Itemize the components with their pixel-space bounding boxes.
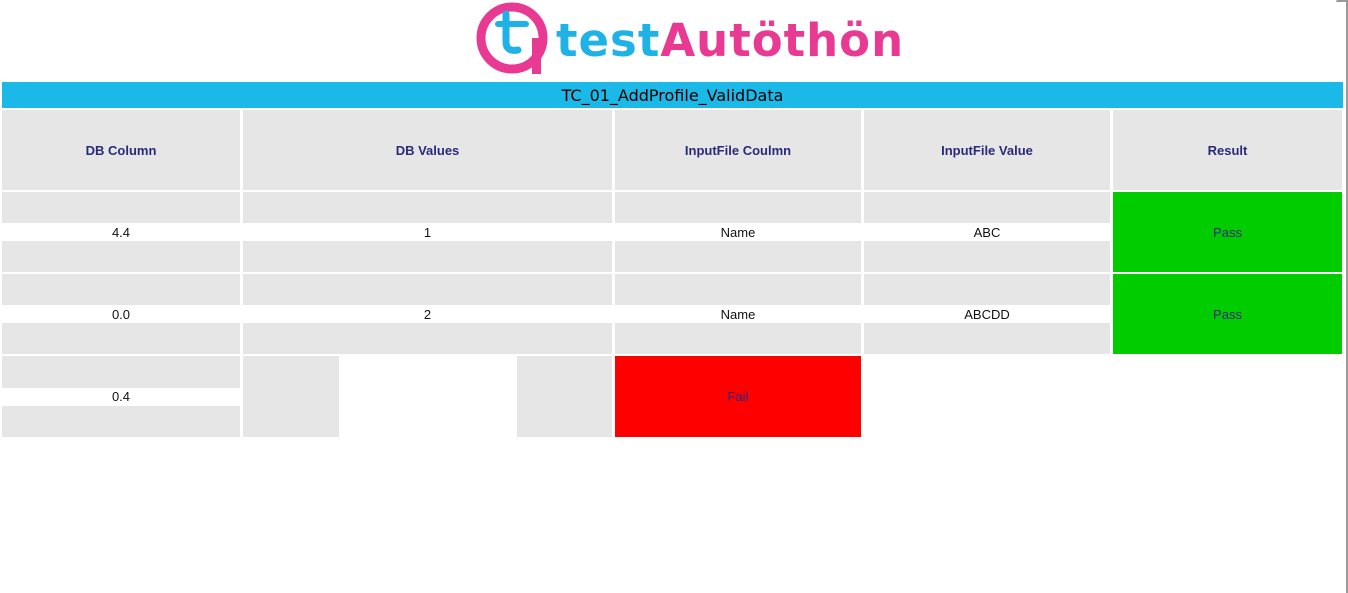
table-row-2-result-badge: Pass <box>1113 274 1342 354</box>
table-row-2-input-column: Name <box>615 274 861 354</box>
header-db-column: DB Column <box>2 110 240 190</box>
header-db-values: DB Values <box>243 110 612 190</box>
empty-value-box <box>339 356 517 437</box>
cell-value: 0.4 <box>2 387 240 406</box>
table-row-3-result-badge: Fail <box>615 356 861 437</box>
header-result: Result <box>1113 110 1342 190</box>
testautothon-logo: testAutöthön <box>476 2 903 78</box>
logo-word-test: test <box>556 14 661 67</box>
report-title: TC_01_AddProfile_ValidData <box>2 82 1343 108</box>
table-row-1-db-value: 1 <box>243 192 612 272</box>
table-row-1-db-column: 4.4 <box>2 192 240 272</box>
cell-value: Name <box>615 223 861 241</box>
table-row-3-db-value <box>243 356 612 437</box>
logo-mark-icon <box>476 2 548 74</box>
table-row-2-db-column: 0.0 <box>2 274 240 354</box>
table-row-3-db-column: 0.4 <box>2 356 240 437</box>
cell-value: 4.4 <box>2 223 240 241</box>
cell-value: 2 <box>243 305 612 323</box>
table-row-1-result-badge: Pass <box>1113 192 1342 272</box>
logo-word-autothon: Autöthön <box>660 14 905 67</box>
window-corner <box>1336 0 1348 2</box>
cell-value: 1 <box>243 223 612 241</box>
logo-wordmark: testAutöthön <box>556 6 904 76</box>
header-inputfile-value: InputFile Value <box>864 110 1110 190</box>
cell-value: ABCDD <box>864 305 1110 323</box>
table-row-1-input-column: Name <box>615 192 861 272</box>
table-row-2-db-value: 2 <box>243 274 612 354</box>
table-row-1-input-value: ABC <box>864 192 1110 272</box>
table-row-2-input-value: ABCDD <box>864 274 1110 354</box>
cell-value: 0.0 <box>2 305 240 323</box>
cell-value: Name <box>615 305 861 323</box>
header-inputfile-column: InputFile Coulmn <box>615 110 861 190</box>
cell-value: ABC <box>864 223 1110 241</box>
